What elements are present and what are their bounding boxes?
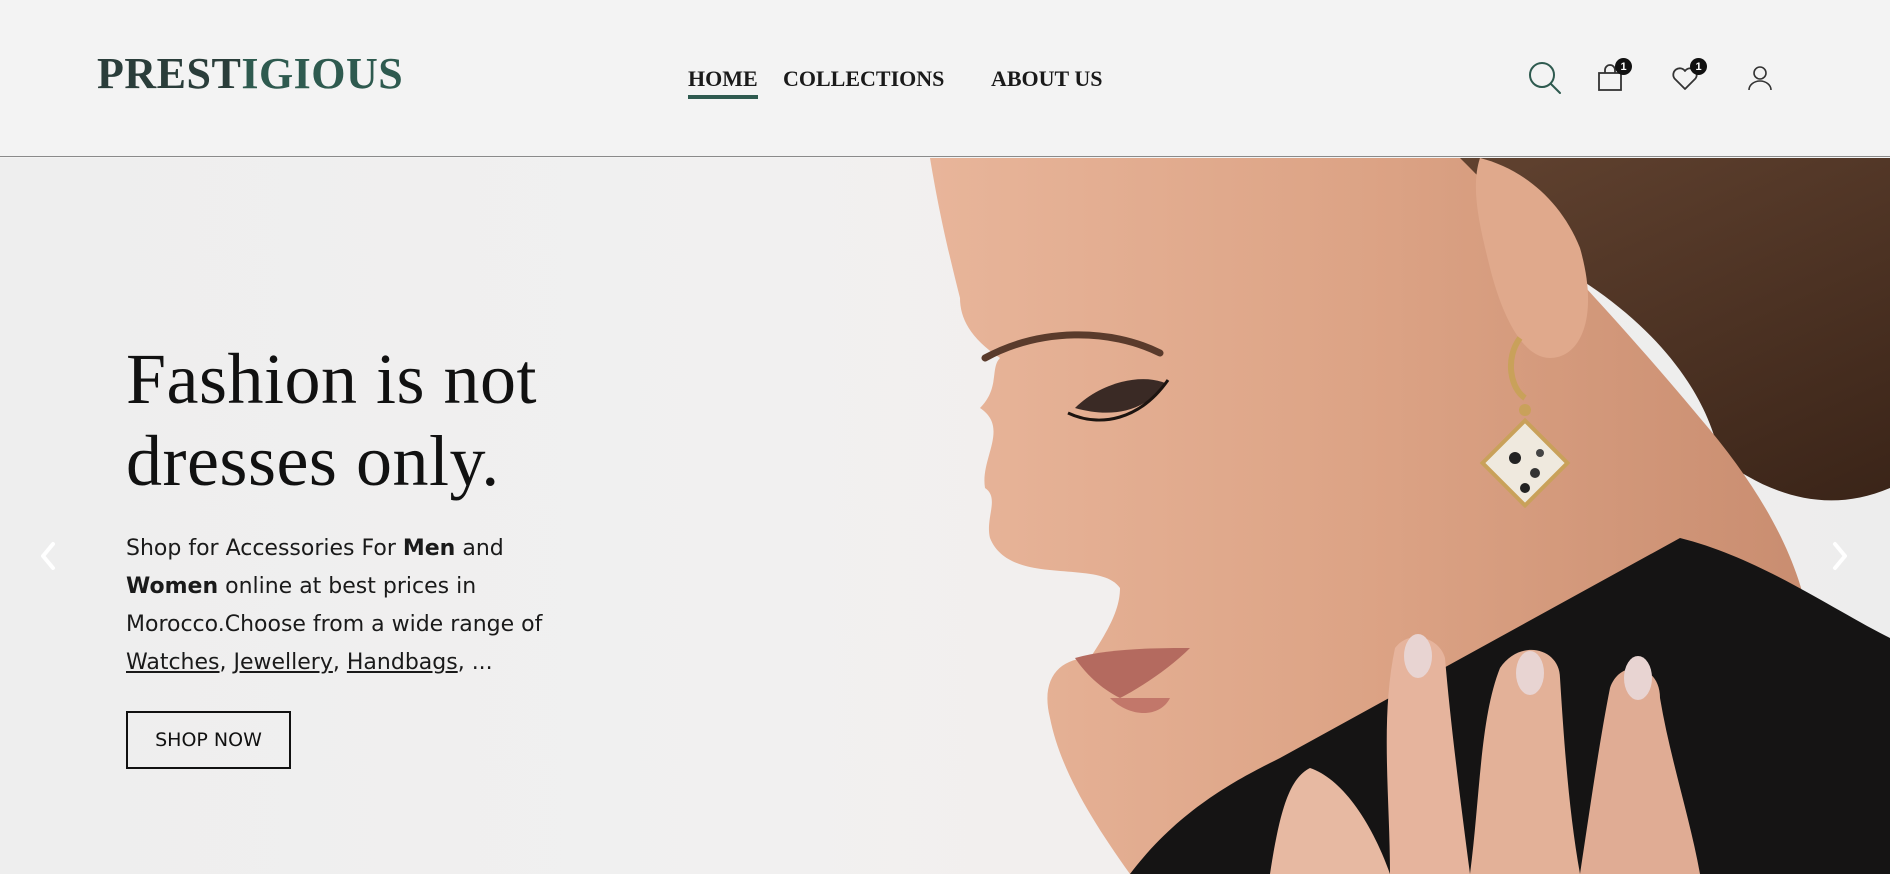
desc-text: Shop for Accessories For [126, 536, 403, 561]
desc-sep: , [219, 650, 234, 675]
nav-home[interactable]: HOME [688, 65, 758, 99]
site-header: PRESTIGIOUS HOME COLLECTIONS ABOUT US 1 … [0, 0, 1890, 157]
cart-button[interactable]: 1 [1590, 58, 1632, 98]
logo-text-part1: PREST [97, 49, 242, 98]
desc-men: Men [402, 536, 456, 561]
hero-description: Shop for Accessories For Men and Women o… [126, 530, 566, 682]
link-handbags[interactable]: Handbags [347, 650, 458, 675]
desc-text: , ... [457, 650, 493, 675]
cart-count-badge: 1 [1615, 58, 1632, 75]
next-slide-button[interactable] [1825, 536, 1855, 576]
search-icon [1529, 62, 1561, 94]
chevron-left-icon [41, 542, 55, 570]
desc-women: Women [126, 574, 219, 599]
link-jewellery[interactable]: Jewellery [234, 650, 333, 675]
user-icon [1748, 66, 1772, 91]
prev-slide-button[interactable] [33, 536, 63, 576]
desc-text: and [455, 536, 504, 561]
nav-about-us[interactable]: ABOUT US [991, 65, 1102, 93]
logo-text-part2: IGIOUS [241, 49, 404, 98]
shop-now-button[interactable]: SHOP NOW [126, 711, 291, 769]
chevron-right-icon [1833, 542, 1847, 570]
hero-slider: Fashion is not dresses only. Shop for Ac… [0, 158, 1890, 874]
account-button[interactable] [1740, 58, 1780, 98]
hero-title-line2: dresses only. [126, 421, 500, 501]
wishlist-count-badge: 1 [1690, 58, 1707, 75]
hero-title-line1: Fashion is not [126, 339, 538, 419]
hero-title: Fashion is not dresses only. [126, 338, 686, 502]
logo[interactable]: PRESTIGIOUS [97, 52, 403, 96]
nav-collections[interactable]: COLLECTIONS [783, 65, 944, 93]
desc-sep: , [332, 650, 347, 675]
search-button[interactable] [1525, 58, 1565, 98]
link-watches[interactable]: Watches [126, 650, 220, 675]
wishlist-button[interactable]: 1 [1665, 58, 1707, 98]
